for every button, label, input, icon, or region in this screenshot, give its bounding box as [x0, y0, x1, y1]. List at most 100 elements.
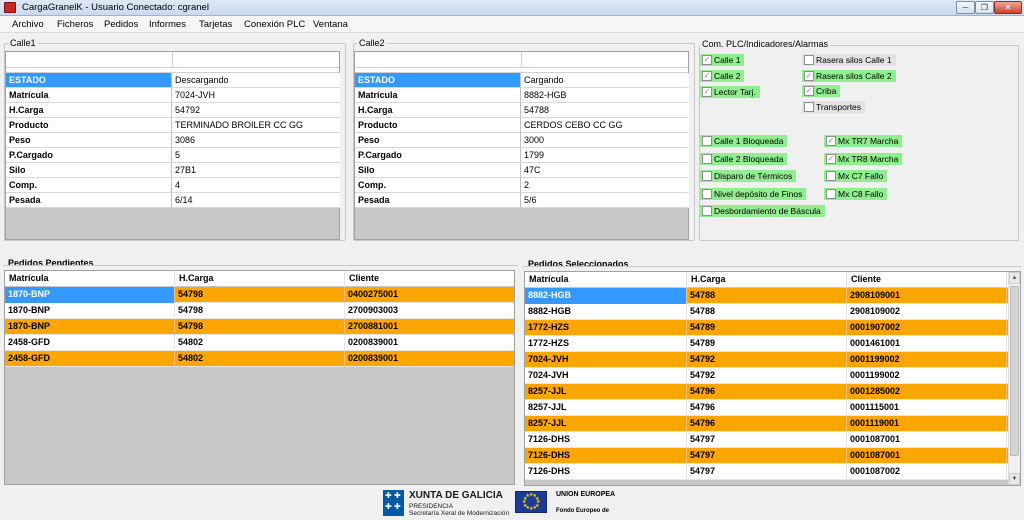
column-header[interactable]: Matrícula [5, 271, 175, 287]
plc-indicator-checkbox[interactable]: Rasera silos Calle 1 [802, 54, 896, 66]
plc-indicator-checkbox[interactable]: ✓ Mx TR7 Marcha [824, 135, 903, 147]
table-row[interactable]: 7024-JVH 54792 0001199002 [525, 368, 1008, 384]
info-value: 5 [172, 148, 340, 163]
menu-pedidos[interactable]: Pedidos [104, 19, 138, 30]
table-row[interactable]: 2458-GFD 54802 0200839001 [5, 351, 514, 367]
column-header[interactable]: Cliente [847, 272, 1007, 288]
table-cell: 7126-DHS [525, 464, 687, 480]
plc-indicator-checkbox[interactable]: Transportes [802, 100, 866, 113]
eu-star-icon: ★ [535, 495, 540, 502]
info-row[interactable]: Producto CERDOS CEBO CC GG [355, 118, 689, 133]
scroll-up-icon[interactable]: ▲ [1009, 272, 1020, 284]
table-row[interactable]: 7126-DHS 54797 0001087002 [525, 464, 1008, 480]
info-key: Matrícula [355, 88, 521, 103]
column-header[interactable]: Cliente [345, 271, 514, 287]
restore-button[interactable]: ❐ [975, 1, 994, 14]
menu-archivo[interactable]: Archivo [12, 19, 44, 30]
menu-bar: Archivo Ficheros Pedidos Informes Tarjet… [0, 16, 1024, 33]
info-row[interactable]: Comp. 2 [355, 178, 689, 193]
table-row[interactable]: 2458-GFD 54802 0200839001 [5, 335, 514, 351]
calle1-grid[interactable]: ESTADO Descargando Matrícula 7024-JVH H.Carg… [5, 51, 340, 240]
table-row[interactable]: 8257-JJL 54796 0001285002 [525, 384, 1008, 400]
table-row[interactable]: 7126-DHS 54797 0001087001 [525, 432, 1008, 448]
plc-indicator-checkbox[interactable]: Calle 1 Bloqueada [700, 135, 788, 147]
table-row[interactable]: 1772-HZS 54789 0001461001 [525, 336, 1008, 352]
close-button[interactable]: ✕ [994, 1, 1022, 14]
table-row[interactable]: 7126-DHS 54797 0001087001 [525, 448, 1008, 464]
table-row[interactable]: 8882-HGB 54788 2908109002 [525, 304, 1008, 320]
table-cell: 0001119001 [847, 416, 1007, 432]
menu-ficheros[interactable]: Ficheros [57, 19, 93, 30]
info-row[interactable]: Comp. 4 [6, 178, 340, 193]
window-titlebar[interactable]: CargaGranelK - Usuario Conectado: cgrane… [0, 0, 1024, 16]
menu-ventana[interactable]: Ventana [313, 19, 348, 30]
table-cell: 54796 [687, 400, 847, 416]
vertical-scrollbar[interactable]: ▲ ▼ [1008, 272, 1020, 485]
scroll-down-icon[interactable]: ▼ [1009, 473, 1020, 485]
menu-informes[interactable]: Informes [149, 19, 186, 30]
table-row[interactable]: 7024-JVH 54792 0001199002 [525, 352, 1008, 368]
info-row[interactable]: Producto TERMINADO BROILER CC GG [6, 118, 340, 133]
info-row[interactable]: H.Carga 54792 [6, 103, 340, 118]
table-row[interactable]: 1870-BNP 54798 2700881001 [5, 319, 514, 335]
info-key: Pesada [6, 193, 172, 208]
column-header[interactable]: H.Carga [687, 272, 847, 288]
plc-indicator-label: Lector Tarj. [714, 87, 756, 97]
info-row[interactable]: Peso 3086 [6, 133, 340, 148]
plc-indicator-checkbox[interactable]: Mx C7 Fallo [824, 170, 888, 182]
info-value: 4 [172, 178, 340, 193]
plc-indicator-checkbox[interactable]: ✓ Calle 1 [700, 54, 745, 66]
plc-indicator-checkbox[interactable]: ✓ Lector Tarj. [700, 86, 760, 98]
calle1-title: Calle1 [8, 38, 38, 48]
menu-tarjetas[interactable]: Tarjetas [199, 19, 232, 30]
table-row[interactable]: 8257-JJL 54796 0001119001 [525, 416, 1008, 432]
table-cell: 7024-JVH [525, 368, 687, 384]
table-row[interactable]: 8257-JJL 54796 0001115001 [525, 400, 1008, 416]
info-row[interactable]: Matrícula 8882-HGB [355, 88, 689, 103]
calle2-title: Calle2 [357, 38, 387, 48]
table-row[interactable]: 8882-HGB 54788 2908109001 [525, 288, 1008, 304]
info-row[interactable]: Peso 3000 [355, 133, 689, 148]
checkbox-empty-icon [826, 188, 836, 199]
table-row[interactable]: 1870-BNP 54798 2700903003 [5, 303, 514, 319]
info-row[interactable]: Pesada 6/14 [6, 193, 340, 208]
info-row[interactable]: P.Cargado 5 [6, 148, 340, 163]
plc-indicator-checkbox[interactable]: Disparo de Térmicos [700, 170, 797, 182]
plc-indicator-checkbox[interactable]: Mx C8 Fallo [824, 187, 888, 200]
menu-conexion-plc[interactable]: Conexión PLC [244, 19, 305, 30]
column-header[interactable]: H.Carga [175, 271, 345, 287]
info-row[interactable]: P.Cargado 1799 [355, 148, 689, 163]
info-row[interactable]: Silo 47C [355, 163, 689, 178]
seleccionados-grid[interactable]: Matrícula H.Carga Cliente 8882-HGB 54788 2908… [524, 271, 1021, 486]
info-row[interactable]: ESTADO Descargando [6, 73, 340, 88]
info-row[interactable]: Pesada 5/6 [355, 193, 689, 208]
table-cell: 54797 [687, 448, 847, 464]
info-row[interactable]: ESTADO Cargando [355, 73, 689, 88]
plc-indicator-checkbox[interactable]: Calle 2 Bloqueada [700, 152, 788, 165]
pendientes-grid[interactable]: Matrícula H.Carga Cliente 1870-BNP 54798 0400… [4, 270, 515, 485]
calle2-grid[interactable]: ESTADO Cargando Matrícula 8882-HGB H.Carga 54… [354, 51, 689, 240]
table-cell: 0001087001 [847, 432, 1007, 448]
scroll-thumb[interactable] [1010, 286, 1019, 456]
table-row[interactable]: 1870-BNP 54798 0400275001 [5, 287, 514, 303]
checkmark-icon: ✓ [804, 86, 814, 96]
table-cell: 2458-GFD [5, 335, 175, 351]
info-row[interactable]: Silo 27B1 [6, 163, 340, 178]
plc-indicator-checkbox[interactable]: ✓ Mx TR8 Marcha [824, 152, 903, 165]
plc-indicator-checkbox[interactable]: ✓ Criba [802, 85, 841, 97]
plc-indicator-checkbox[interactable]: Nivel depósito de Finos [700, 187, 807, 200]
table-row[interactable]: 1772-HZS 54789 0001907002 [525, 320, 1008, 336]
table-cell: 1870-BNP [5, 287, 175, 303]
plc-indicator-checkbox[interactable]: ✓ Calle 2 [700, 70, 745, 82]
plc-indicator-checkbox[interactable]: Desbordamiento de Báscula [700, 205, 825, 217]
info-value: CERDOS CEBO CC GG [521, 118, 689, 133]
column-header[interactable]: Matrícula [525, 272, 687, 288]
info-row[interactable]: H.Carga 54788 [355, 103, 689, 118]
info-key: Matrícula [6, 88, 172, 103]
info-key: H.Carga [6, 103, 172, 118]
info-row[interactable]: Matrícula 7024-JVH [6, 88, 340, 103]
plc-indicator-checkbox[interactable]: ✓ Rasera silos Calle 2 [802, 69, 896, 82]
table-cell: 54797 [687, 432, 847, 448]
plc-indicator-label: Calle 1 Bloqueada [714, 136, 784, 146]
minimize-button[interactable]: ─ [956, 1, 975, 14]
